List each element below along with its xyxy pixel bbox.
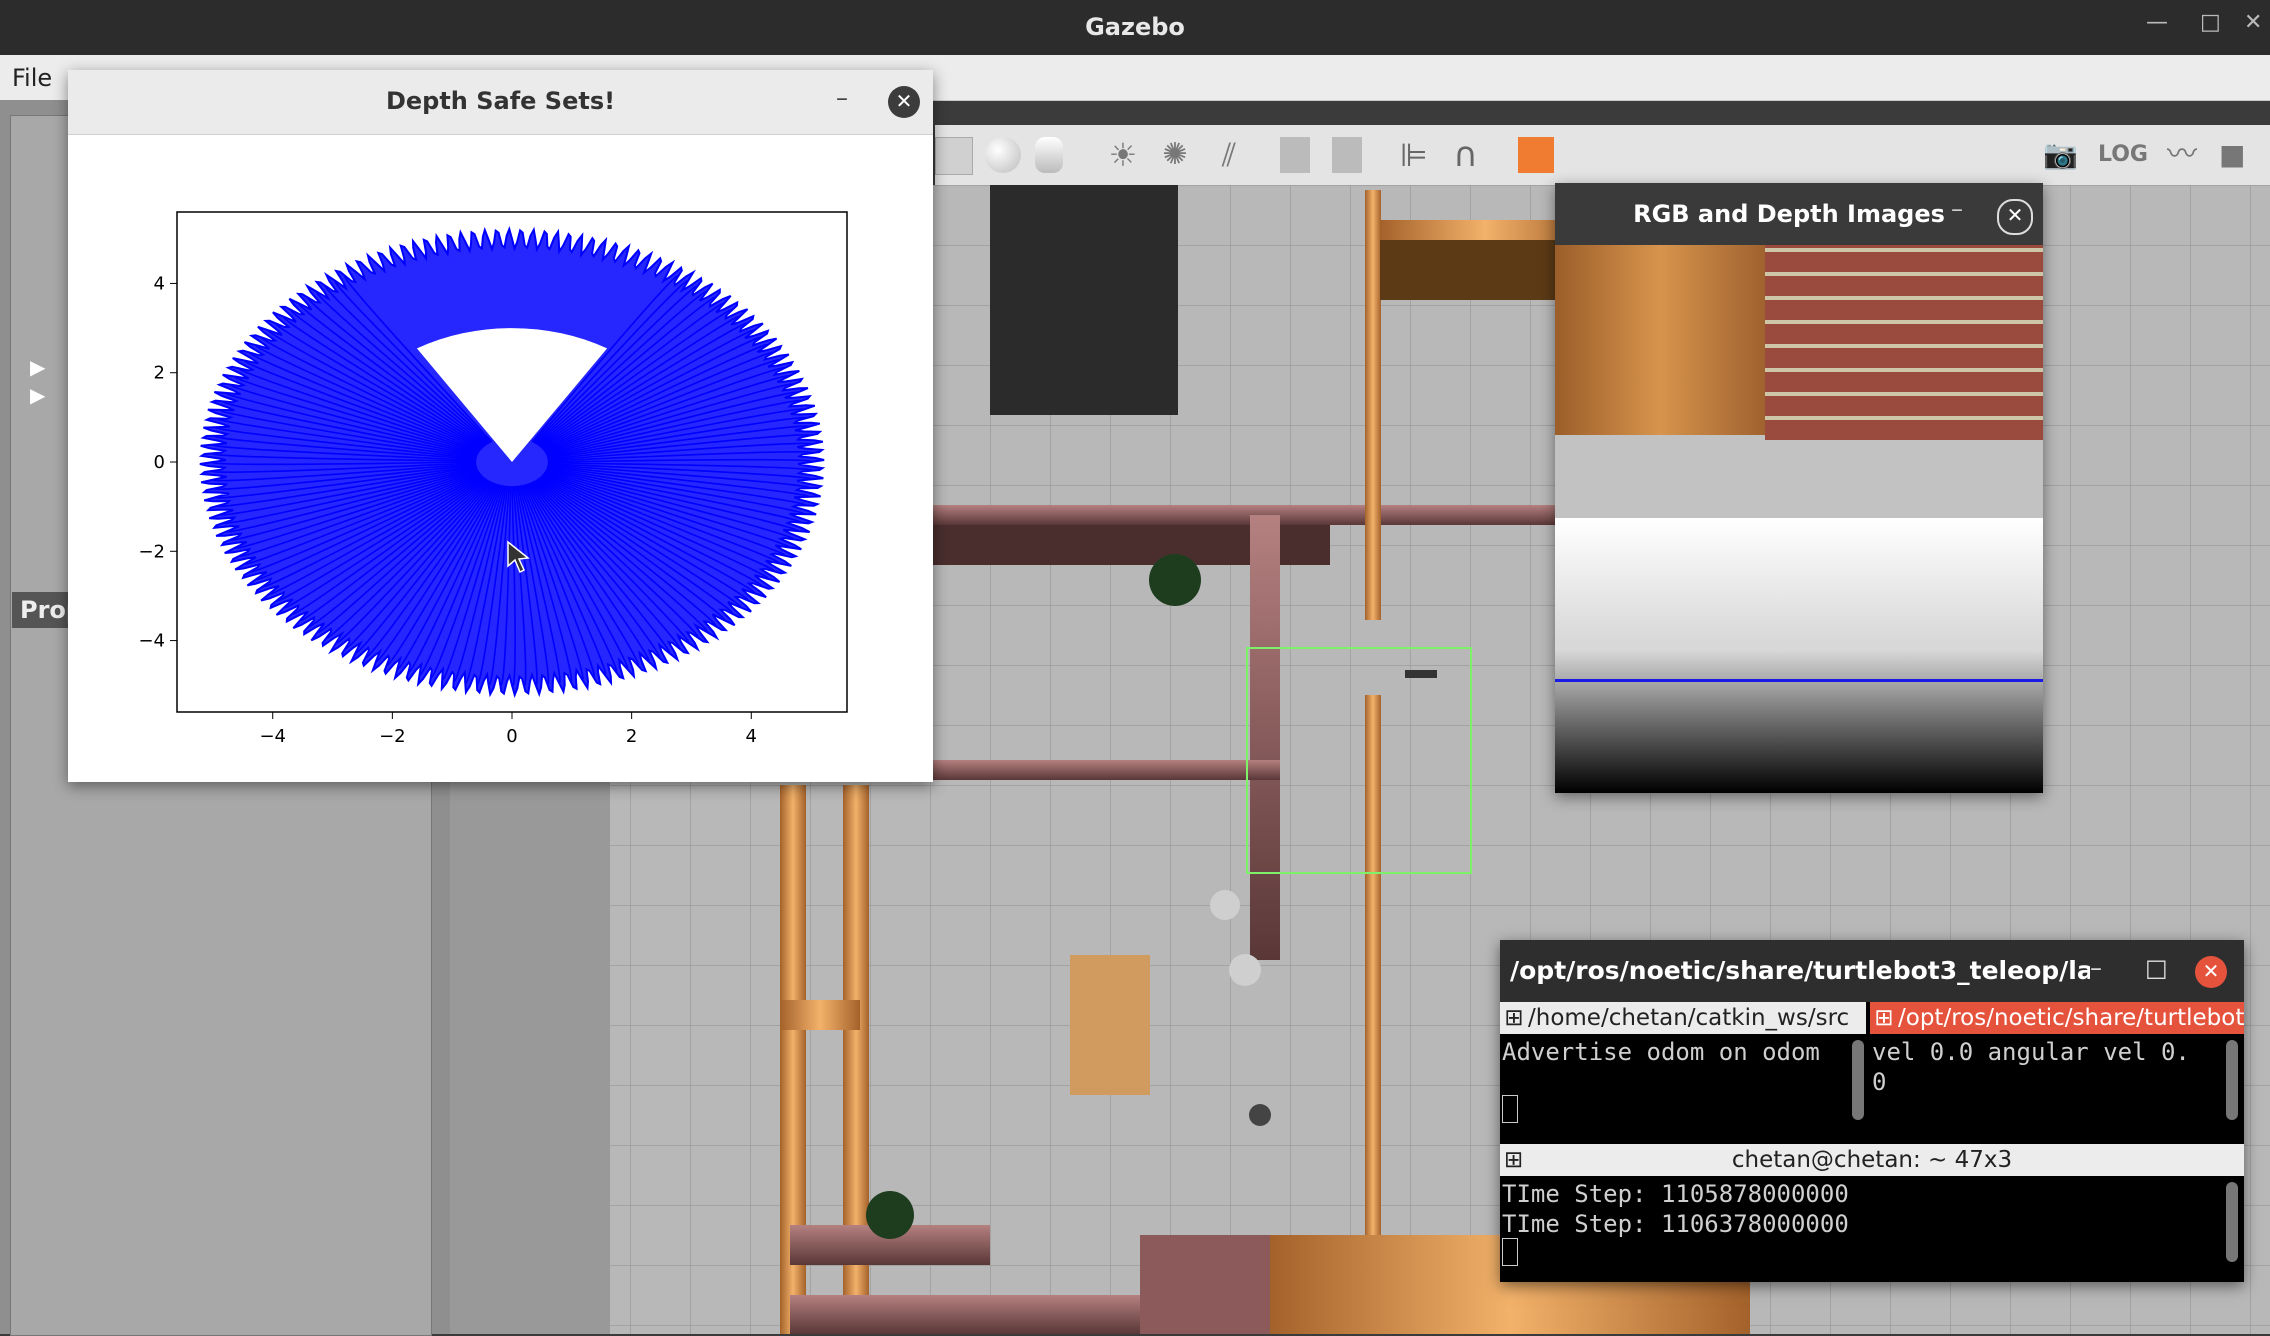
bottom-tab-label: chetan@chetan: ~ 47x3 — [1731, 1147, 2013, 1173]
minimize-icon[interactable]: – — [1951, 195, 1963, 223]
sphere-shape-icon[interactable] — [985, 137, 1021, 173]
terminal-scrollbar[interactable] — [1852, 1040, 1864, 1120]
paste-icon[interactable] — [1332, 137, 1362, 173]
y-tick-label: 2 — [154, 363, 165, 384]
terminal-bottom-line: TIme Step: 1106378000000 — [1502, 1210, 1849, 1238]
terminal-cursor — [1502, 1238, 1518, 1266]
cylinder-shape-icon[interactable] — [1035, 137, 1063, 173]
maximize-icon[interactable]: □ — [2200, 10, 2221, 35]
spot-light-icon[interactable]: ✺ — [1157, 137, 1193, 173]
window-title-bar: Gazebo — □ ✕ — [0, 0, 2270, 55]
point-light-icon[interactable]: ☀ — [1105, 137, 1141, 173]
close-icon[interactable]: ✕ — [888, 86, 920, 118]
depth-window-header[interactable]: Depth Safe Sets! – ✕ — [68, 70, 933, 135]
video-record-icon[interactable]: ■ — [2219, 137, 2255, 173]
snap-icon[interactable]: ∩ — [1453, 137, 1489, 173]
y-tick-label: 4 — [154, 273, 165, 294]
plot-outer-boundary — [198, 226, 826, 698]
expand-arrow-icon[interactable]: ▶ — [30, 355, 45, 379]
terminal-right-line: 0 — [1872, 1068, 1887, 1096]
terminal-grid-icon: ⊞ — [1504, 1147, 1524, 1173]
x-tick-label: 2 — [626, 726, 637, 747]
screenshot-camera-icon[interactable]: 📷 — [2043, 137, 2079, 173]
expand-arrow-icon[interactable]: ▶ — [30, 383, 45, 407]
plot-icon[interactable]: 〰 — [2167, 137, 2203, 173]
terminal-window: /opt/ros/noetic/share/turtlebot3_teleop/… — [1500, 940, 2244, 1282]
depth-scanline — [1555, 679, 2043, 682]
rgb-image-brick — [1765, 245, 2043, 440]
menu-file[interactable]: File — [12, 64, 52, 92]
terminal-tab-left[interactable]: ⊞/home/chetan/catkin_ws/src — [1500, 1002, 1866, 1034]
rgb-depth-window: RGB and Depth Images – ✕ — [1555, 183, 2043, 793]
terminal-bottom-line: TIme Step: 1105878000000 — [1502, 1180, 1849, 1208]
terminal-left-line: Advertise odom on odom — [1502, 1038, 1820, 1066]
tab-left-label: /home/chetan/catkin_ws/src — [1528, 1005, 1850, 1031]
copy-icon[interactable] — [1280, 137, 1310, 173]
maximize-icon[interactable]: □ — [2145, 954, 2168, 982]
directional-light-icon[interactable]: ⫽ — [1211, 137, 1247, 173]
terminal-right-line: vel 0.0 angular vel 0. — [1872, 1038, 2190, 1066]
depth-image — [1555, 518, 2043, 793]
terminal-grid-icon: ⊞ — [1504, 1005, 1524, 1031]
close-icon[interactable]: ✕ — [1997, 199, 2033, 235]
terminal-bottom-tab[interactable]: ⊞ chetan@chetan: ~ 47x3 — [1500, 1144, 2244, 1176]
terminal-tab-right[interactable]: ⊞/opt/ros/noetic/share/turtlebot — [1870, 1002, 2244, 1034]
properties-header: Prop — [12, 592, 76, 628]
x-tick-label: −2 — [379, 726, 406, 747]
log-icon[interactable]: LOG — [2098, 137, 2148, 173]
close-icon[interactable]: ✕ — [2195, 956, 2227, 988]
minimize-icon[interactable]: – — [836, 84, 848, 112]
x-tick-label: 0 — [506, 726, 517, 747]
depth-window-title: Depth Safe Sets! — [385, 87, 616, 115]
window-title: Gazebo — [1085, 13, 1185, 41]
plot-series — [198, 226, 826, 698]
terminal-title: /opt/ros/noetic/share/turtlebot3_teleop/… — [1510, 956, 2090, 985]
box-shape-icon[interactable] — [935, 137, 973, 175]
tab-right-label: /opt/ros/noetic/share/turtlebot — [1898, 1005, 2244, 1031]
toolbar: ☀ ✺ ⫽ ⊫ ∩ 📷 LOG 〰 ■ — [935, 125, 2270, 186]
x-tick-label: −4 — [259, 726, 286, 747]
y-tick-label: −4 — [138, 631, 165, 652]
y-tick-label: 0 — [154, 452, 165, 473]
rgb-window-header[interactable]: RGB and Depth Images – ✕ — [1555, 183, 2043, 247]
view-angle-icon[interactable] — [1518, 137, 1554, 173]
minimize-icon[interactable]: – — [2090, 954, 2102, 982]
rgb-window-title: RGB and Depth Images — [1633, 200, 1945, 228]
terminal-header[interactable]: /opt/ros/noetic/share/turtlebot3_teleop/… — [1500, 940, 2244, 1002]
terminal-scrollbar[interactable] — [2226, 1182, 2238, 1262]
terminal-grid-icon: ⊞ — [1874, 1005, 1894, 1031]
align-icon[interactable]: ⊫ — [1400, 137, 1436, 173]
close-icon[interactable]: ✕ — [2244, 10, 2262, 35]
depth-safe-sets-window: Depth Safe Sets! – ✕ −4 −2 0 2 4 4 2 0 −2 −4 — [68, 70, 933, 782]
y-tick-label: −2 — [138, 541, 165, 562]
minimize-icon[interactable]: — — [2146, 10, 2168, 35]
rgb-image-wood — [1555, 245, 1765, 435]
x-tick-label: 4 — [746, 726, 757, 747]
terminal-scrollbar[interactable] — [2226, 1040, 2238, 1120]
depth-safe-set-plot: −4 −2 0 2 4 4 2 0 −2 −4 — [138, 211, 848, 747]
terminal-cursor — [1502, 1095, 1518, 1123]
